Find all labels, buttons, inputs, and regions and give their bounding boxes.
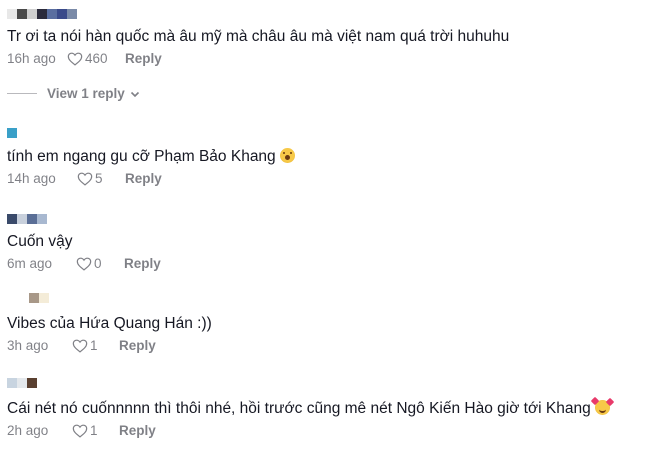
comment-time: 14h ago [7,170,56,186]
comment-item: Tr ơi ta nói hàn quốc mà âu mỹ mà châu â… [7,8,650,67]
username-pixel [27,214,37,224]
username-censored[interactable] [7,213,650,225]
comment-item: Vibes của Hứa Quang Hán :)) 3h ago 1 Rep… [7,292,650,354]
username-censored[interactable] [29,292,650,304]
heart-icon [67,52,83,66]
username-pixel [7,9,17,19]
reply-button[interactable]: Reply [119,423,156,438]
username-censored[interactable] [7,127,650,139]
username-pixel [37,214,47,224]
reply-button[interactable]: Reply [125,51,162,66]
heart-icon [72,339,88,353]
username-censored[interactable] [7,8,650,20]
view-replies-button[interactable]: View 1 reply [7,86,141,101]
like-count: 1 [90,422,98,438]
comment-time: 6m ago [7,255,53,271]
username-censored[interactable] [7,377,650,389]
like-button[interactable]: 1 [72,338,119,353]
comment-text-body: Cái nét nó cuốnnnnn thì thôi nhé, hồi tr… [7,400,591,417]
divider-line [7,93,37,94]
username-pixel [27,9,37,19]
username-pixel [39,293,49,303]
username-pixel [17,214,27,224]
like-count: 0 [94,255,102,271]
comment-time: 16h ago [7,50,56,66]
comment-meta: 16h ago 460 Reply [7,49,650,67]
comment-text: Vibes của Hứa Quang Hán :)) [7,315,212,332]
like-count: 5 [95,170,103,186]
view-replies-label: View 1 reply [47,86,125,101]
comment-time: 2h ago [7,422,49,438]
comment-meta: 14h ago 5 Reply [7,169,650,187]
username-pixel [17,378,27,388]
reply-button[interactable]: Reply [125,171,162,186]
username-pixel [67,9,77,19]
smiling-face-with-hearts-icon [590,396,614,415]
comment-item: tính em ngang gu cỡ Phạm Bảo Khang 14h a… [7,127,650,187]
comment-meta: 2h ago 1 Reply [7,421,650,439]
username-pixel [7,214,17,224]
username-pixel [57,9,67,19]
like-count: 1 [90,337,98,353]
comment-item: Cuốn vậy 6m ago 0 Reply [7,213,650,272]
comment-time: 3h ago [7,337,49,353]
comment-text: Cái nét nó cuốnnnnn thì thôi nhé, hồi tr… [7,396,650,419]
like-button[interactable]: 5 [77,171,125,186]
username-pixel [27,378,37,388]
like-count: 460 [85,50,108,66]
like-button[interactable]: 0 [76,256,124,271]
username-pixel [47,9,57,19]
like-button[interactable]: 460 [67,51,125,66]
username-pixel [37,9,47,19]
comment-text: Cuốn vậy [7,233,73,250]
heart-icon [76,257,92,271]
reply-button[interactable]: Reply [124,256,161,271]
username-pixel [17,9,27,19]
heart-icon [77,172,93,186]
comment-text-body: tính em ngang gu cỡ Phạm Bảo Khang [7,148,276,165]
chevron-down-icon [130,91,139,97]
comment-meta: 3h ago 1 Reply [7,336,650,354]
comment-meta: 6m ago 0 Reply [7,254,650,272]
username-pixel [29,293,39,303]
comment-text: Tr ơi ta nói hàn quốc mà âu mỹ mà châu â… [7,28,510,45]
like-button[interactable]: 1 [72,423,119,438]
reply-button[interactable]: Reply [119,338,156,353]
face-with-open-mouth-icon [279,148,295,163]
username-pixel [7,128,17,138]
comment-text: tính em ngang gu cỡ Phạm Bảo Khang [7,147,650,167]
heart-icon [72,424,88,438]
username-pixel [7,378,17,388]
comment-item: Cái nét nó cuốnnnnn thì thôi nhé, hồi tr… [7,377,650,439]
